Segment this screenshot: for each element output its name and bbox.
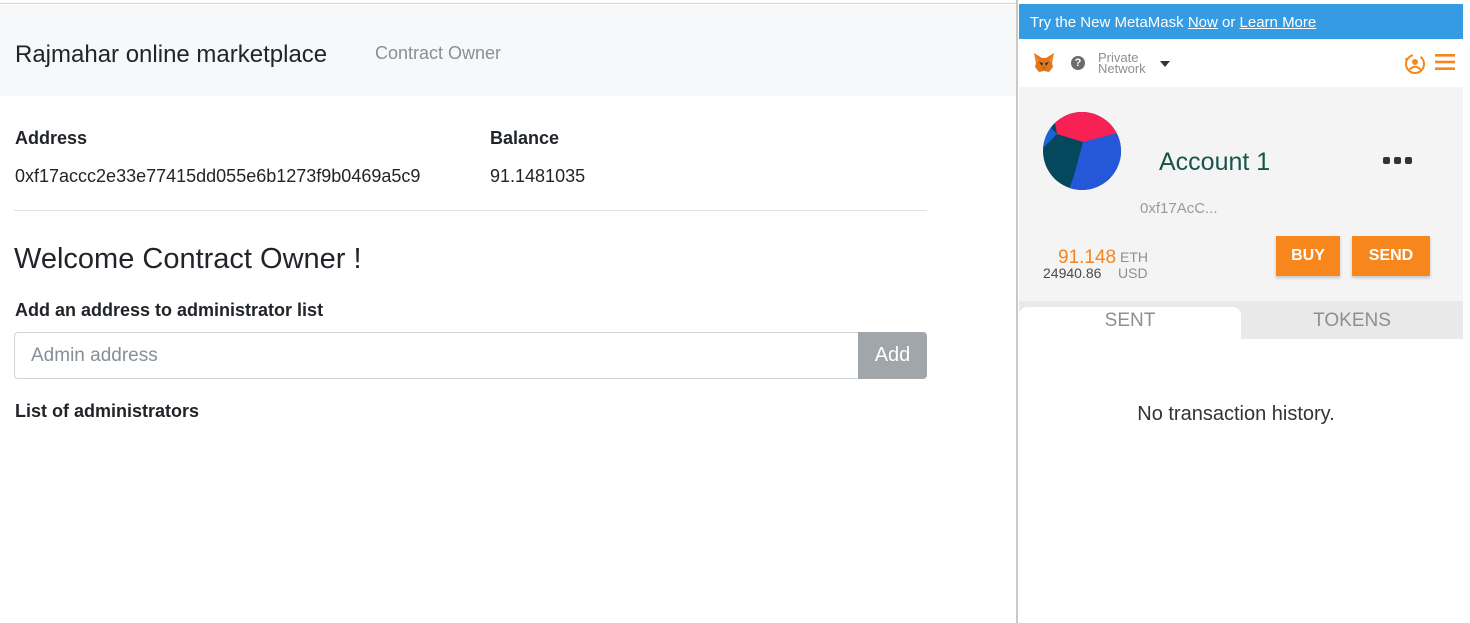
network-line-2: Network xyxy=(1098,61,1146,76)
metamask-popup: Try the New MetaMask Now or Learn More ?… xyxy=(1016,0,1470,623)
hamburger-menu-icon[interactable] xyxy=(1435,53,1455,71)
banner-learn-more-link[interactable]: Learn More xyxy=(1240,14,1317,31)
tab-sent[interactable]: SENT xyxy=(1019,307,1241,339)
account-switch-icon[interactable] xyxy=(1403,52,1427,76)
tab-tokens[interactable]: TOKENS xyxy=(1241,307,1463,339)
buy-button[interactable]: BUY xyxy=(1276,236,1340,276)
balance-label: Balance xyxy=(490,128,560,148)
help-icon[interactable]: ? xyxy=(1071,56,1085,70)
welcome-heading: Welcome Contract Owner ! xyxy=(14,243,362,275)
address-label: Address xyxy=(15,128,88,148)
chevron-down-icon[interactable] xyxy=(1160,61,1170,67)
admin-list-label: List of administrators xyxy=(15,401,200,421)
send-button[interactable]: SEND xyxy=(1352,236,1430,276)
admin-address-input[interactable] xyxy=(14,332,858,379)
account-address[interactable]: 0xf17AcC... xyxy=(1140,200,1218,217)
banner-or: or xyxy=(1217,14,1240,31)
account-identicon[interactable] xyxy=(1043,112,1121,190)
fox-logo-icon[interactable] xyxy=(1033,52,1055,74)
address-value: 0xf17accc2e33e77415dd055e6b1273f9b0469a5… xyxy=(15,166,421,186)
navbar: Rajmahar online marketplace Contract Own… xyxy=(0,5,1016,96)
add-admin-form: Add xyxy=(14,332,927,379)
banner-now-link[interactable]: Now xyxy=(1188,14,1218,31)
banner-text: Try the New MetaMask xyxy=(1030,14,1188,31)
account-name[interactable]: Account 1 xyxy=(1159,148,1270,177)
add-admin-button[interactable]: Add xyxy=(858,332,927,379)
empty-history-message: No transaction history. xyxy=(1137,403,1335,425)
tab-bar: SENT TOKENS xyxy=(1019,301,1463,339)
divider xyxy=(14,210,927,211)
browser-top-edge xyxy=(0,0,1016,4)
account-section: Account 1 0xf17AcC... 91.148 ETH 24940.8… xyxy=(1019,87,1463,301)
eth-unit: ETH xyxy=(1120,249,1148,265)
nav-link-contract-owner[interactable]: Contract Owner xyxy=(375,43,501,64)
metamask-header: ? Private Network xyxy=(1019,39,1463,87)
add-admin-label: Add an address to administrator list xyxy=(15,300,324,320)
usd-balance: 24940.86 xyxy=(1043,265,1102,281)
balance-value: 91.1481035 xyxy=(490,166,586,186)
network-selector[interactable]: Private Network xyxy=(1098,51,1146,76)
usd-unit: USD xyxy=(1118,265,1148,281)
navbar-brand[interactable]: Rajmahar online marketplace xyxy=(15,41,327,69)
metamask-banner: Try the New MetaMask Now or Learn More xyxy=(1019,4,1463,39)
more-options-icon[interactable] xyxy=(1383,157,1413,165)
